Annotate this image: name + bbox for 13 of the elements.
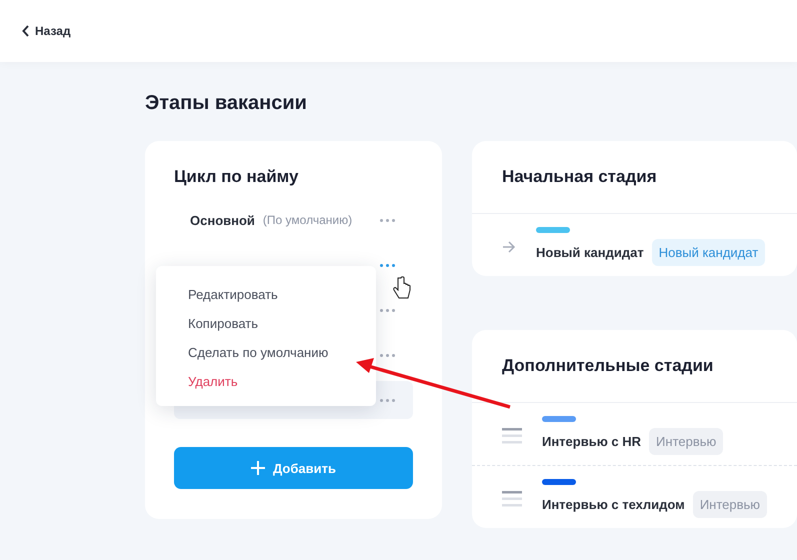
stage-name: Интервью с HR	[542, 434, 642, 449]
page-title: Этапы вакансии	[145, 92, 308, 116]
stage-tag: Интервью	[649, 428, 724, 455]
default-note: (По умолчанию)	[262, 213, 352, 227]
cycle-name: Основной	[190, 212, 255, 228]
section-title: Дополнительные стадии	[502, 356, 714, 376]
back-label: Назад	[35, 24, 71, 38]
stage-name: Новый кандидат	[536, 245, 644, 260]
stage-tag: Новый кандидат	[652, 239, 766, 266]
section-title: Начальная стадия	[502, 167, 658, 187]
card-title: Цикл по найму	[174, 167, 300, 187]
stage-name: Интервью с техлидом	[542, 497, 685, 512]
stage-tag: Интервью	[692, 491, 768, 518]
